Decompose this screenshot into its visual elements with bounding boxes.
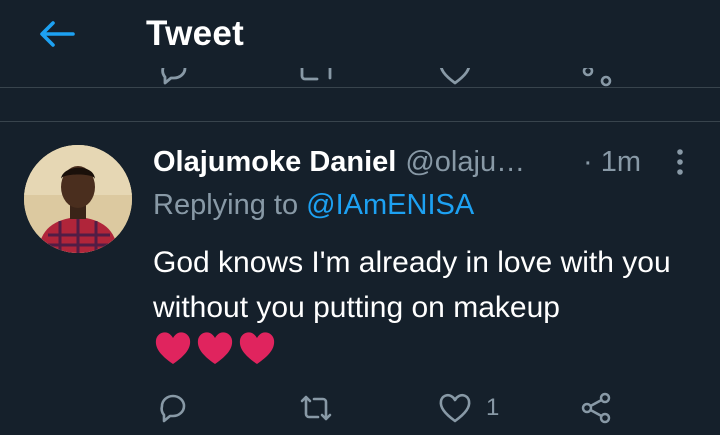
tweet-text: God knows I'm already in love with you w… xyxy=(153,246,671,324)
heart-emoji xyxy=(197,332,233,364)
like-icon[interactable] xyxy=(438,68,472,86)
header: Tweet xyxy=(0,0,720,68)
replying-to-line: Replying to @IAmENISA xyxy=(153,189,474,222)
tweet-emoji xyxy=(153,329,277,369)
author-name[interactable]: Olajumoke Daniel xyxy=(153,146,396,179)
like-count: 1 xyxy=(486,394,500,421)
divider xyxy=(0,87,720,88)
page-title: Tweet xyxy=(146,14,245,53)
replying-to-label: Replying to xyxy=(153,189,299,221)
avatar-image xyxy=(24,145,132,253)
author-handle[interactable]: @olaju… xyxy=(405,146,525,179)
back-arrow-icon xyxy=(40,21,75,47)
more-vertical-icon xyxy=(677,149,683,175)
like-icon xyxy=(439,393,471,423)
previous-tweet-actions xyxy=(0,68,720,88)
divider xyxy=(0,121,720,122)
reply-icon[interactable] xyxy=(158,68,190,86)
share-icon[interactable] xyxy=(580,68,614,88)
retweet-button[interactable] xyxy=(298,388,334,428)
author-line: Olajumoke Daniel @olaju… xyxy=(153,142,525,182)
retweet-icon[interactable] xyxy=(298,68,334,86)
share-button[interactable] xyxy=(579,388,613,428)
retweet-icon xyxy=(300,395,332,421)
like-button[interactable]: 1 xyxy=(438,388,499,428)
heart-emoji xyxy=(239,332,275,364)
reply-button[interactable] xyxy=(157,388,189,428)
share-icon xyxy=(581,392,611,424)
tweet-time: · 1m xyxy=(583,145,641,178)
reply-icon xyxy=(160,394,186,423)
more-options-button[interactable] xyxy=(668,146,692,178)
back-button[interactable] xyxy=(34,12,78,56)
avatar[interactable] xyxy=(24,145,132,253)
heart-emoji xyxy=(155,332,191,364)
replying-to-mention[interactable]: @IAmENISA xyxy=(306,189,474,221)
